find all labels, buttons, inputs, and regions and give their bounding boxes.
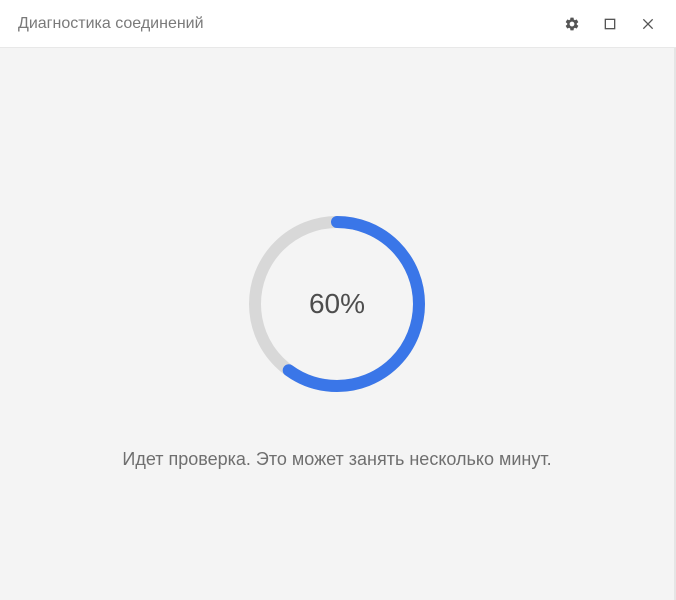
close-icon[interactable]: [636, 12, 660, 36]
progress-percent-label: 60%: [309, 288, 365, 320]
maximize-icon[interactable]: [598, 12, 622, 36]
status-message: Идет проверка. Это может занять нескольк…: [0, 449, 674, 470]
gear-icon[interactable]: [560, 12, 584, 36]
titlebar: Диагностика соединений: [0, 0, 676, 48]
main-content: 60% Идет проверка. Это может занять неск…: [0, 48, 676, 600]
titlebar-actions: [560, 12, 660, 36]
window-title: Диагностика соединений: [18, 15, 560, 33]
progress-ring: 60%: [242, 209, 432, 399]
